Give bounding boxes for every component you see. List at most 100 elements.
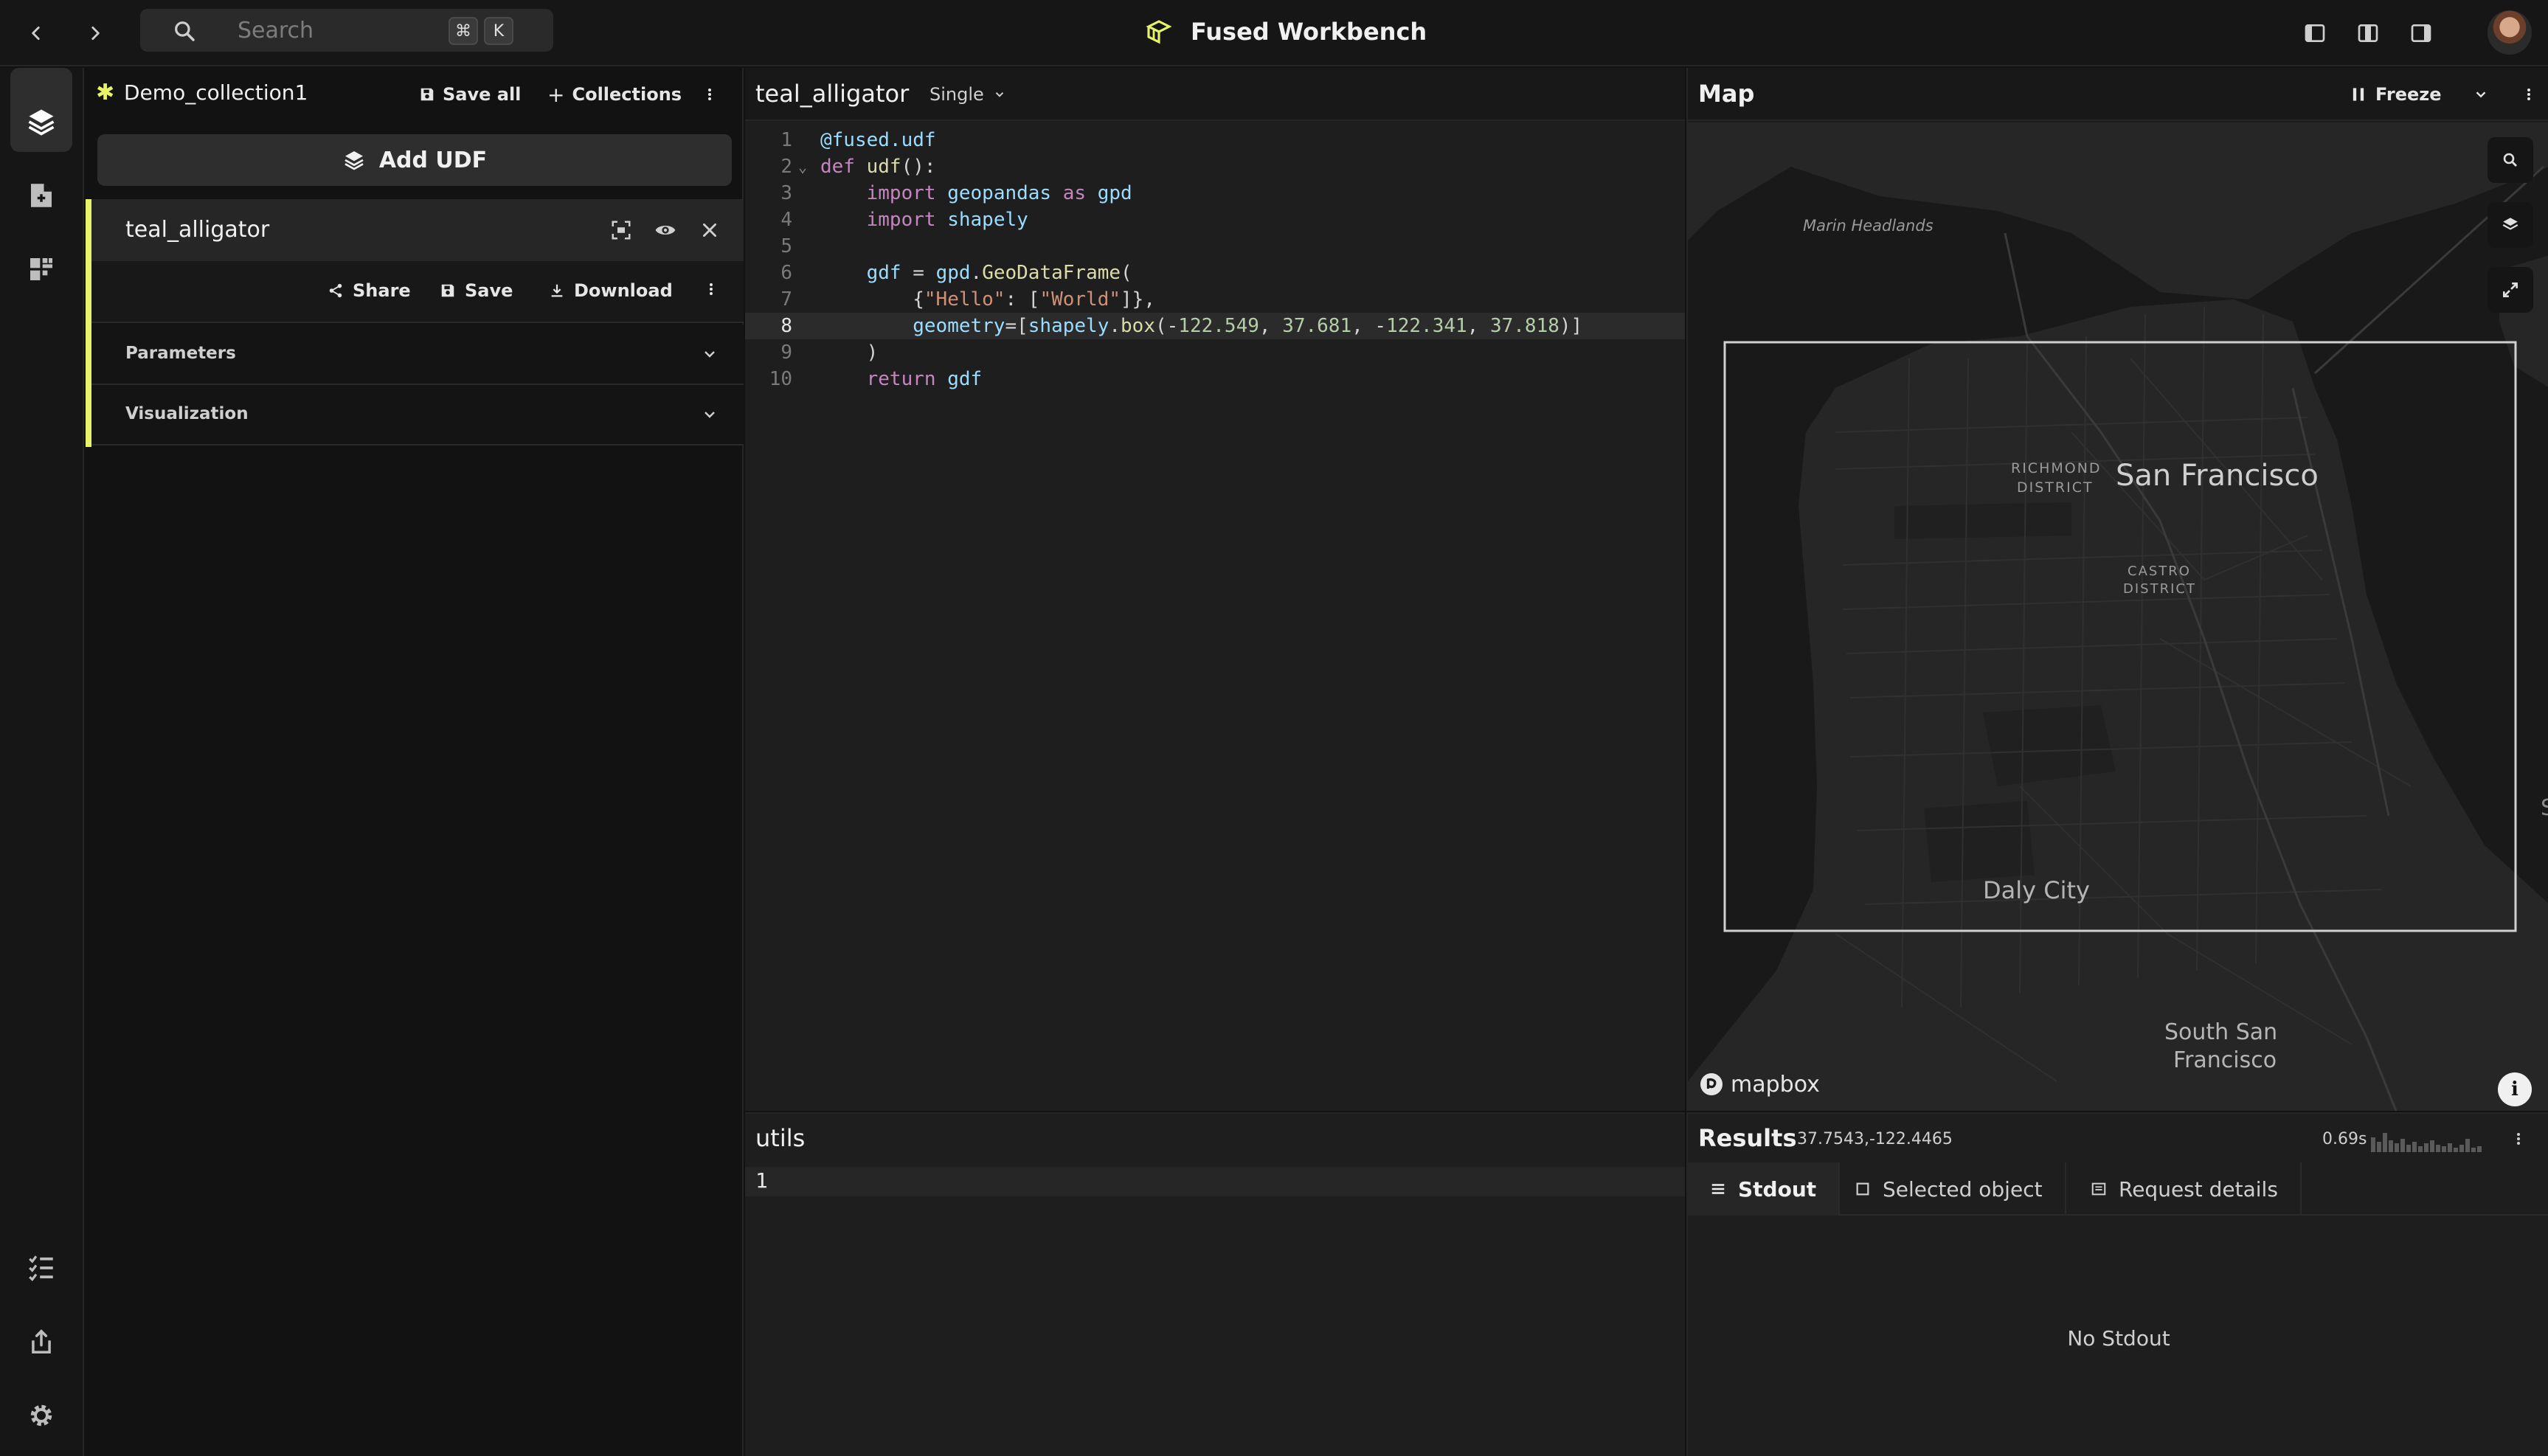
back-button[interactable] — [18, 16, 55, 50]
freeze-button[interactable]: Freeze — [2352, 84, 2533, 105]
save-all-button[interactable]: Save all — [419, 83, 521, 106]
utils-title: utils — [755, 1124, 806, 1152]
search-placeholder: Search — [238, 18, 314, 44]
avatar[interactable] — [2488, 10, 2532, 55]
app-title: Fused Workbench — [1143, 13, 1427, 50]
map-header: Map Freeze — [1688, 68, 2548, 121]
rail-grid-button[interactable] — [10, 239, 72, 299]
code-line: 6 gdf = gpd.GeoDataFrame( — [780, 262, 1132, 284]
shortcut-k-key: K — [484, 17, 513, 45]
editor-header: teal_alligator Single — [745, 68, 1685, 121]
collection-menu-button[interactable] — [702, 83, 717, 106]
layers-icon — [2502, 218, 2518, 230]
tab-selected-object[interactable]: Selected object — [1832, 1162, 2066, 1216]
map-canvas[interactable]: Marin Headlands RICHMOND DISTRICT San Fr… — [1688, 122, 2548, 1111]
place-label: Francisco — [2173, 1047, 2277, 1073]
mapbox-label: mapbox — [1731, 1071, 1820, 1098]
map-fullscreen-button[interactable] — [2488, 267, 2533, 313]
map-info-button[interactable]: i — [2498, 1072, 2532, 1106]
checklist-icon — [29, 1255, 53, 1282]
close-udf-button[interactable] — [696, 217, 723, 243]
code-line: 9 ) — [780, 342, 879, 364]
layers-icon — [28, 109, 55, 136]
results-title: Results — [1698, 1124, 1797, 1152]
code-line: 5 — [780, 235, 792, 257]
mode-label: Single — [929, 84, 984, 105]
share-button[interactable]: Share — [328, 280, 411, 301]
freeze-label: Freeze — [2375, 84, 2442, 105]
udf-card-header[interactable]: teal_alligator — [91, 199, 744, 261]
rail-files-button[interactable] — [10, 165, 72, 226]
visibility-button[interactable] — [652, 217, 679, 243]
download-label: Download — [574, 280, 673, 301]
udf-name: teal_alligator — [125, 217, 270, 243]
tab-request-details-label: Request details — [2119, 1176, 2278, 1202]
app-title-text: Fused Workbench — [1191, 18, 1427, 46]
rail-share-button[interactable] — [10, 1311, 72, 1372]
visualization-section[interactable]: Visualization — [91, 385, 744, 446]
save-all-label: Save all — [443, 84, 522, 105]
collection-name[interactable]: Demo_collection1 — [124, 80, 308, 105]
more-vertical-icon — [708, 89, 711, 100]
code-line: 4 import shapely — [780, 209, 1028, 231]
expand-icon — [2503, 282, 2518, 297]
chevron-down-icon — [701, 345, 719, 363]
layout-left-button[interactable] — [2300, 18, 2330, 48]
code-line-active: 8 geometry=[shapely.box(-122.549, 37.681… — [745, 313, 1685, 339]
search-input[interactable]: Search ⌘ K — [140, 9, 553, 52]
top-bar: Search ⌘ K Fused Workbench — [0, 0, 2548, 66]
mapbox-attribution[interactable]: mapbox — [1698, 1071, 1820, 1098]
place-label: DISTRICT — [2017, 479, 2094, 496]
focus-button[interactable] — [608, 217, 634, 243]
search-icon — [173, 19, 196, 43]
shortcut-mod-key: ⌘ — [449, 17, 478, 45]
more-vertical-icon[interactable] — [2514, 1130, 2523, 1148]
download-button[interactable]: Download — [549, 280, 673, 301]
results-tabs: Stdout Selected object Request details — [1688, 1162, 2548, 1216]
collection-header: ✱ Demo_collection1 Save all + Collection… — [86, 68, 744, 119]
code-line: 10 return gdf — [769, 368, 983, 390]
lines-icon — [1711, 1184, 1725, 1194]
tab-selected-object-label: Selected object — [1883, 1176, 2043, 1202]
tab-stdout[interactable]: Stdout — [1688, 1162, 1841, 1216]
collections-label: Collections — [572, 84, 682, 105]
layout-center-button[interactable] — [2353, 18, 2383, 48]
udf-card: teal_alligator Share Save Download Param… — [86, 199, 744, 447]
utils-code-line[interactable]: 1 — [745, 1167, 1685, 1196]
chevron-down-icon[interactable] — [2473, 86, 2489, 103]
save-button[interactable]: Save — [440, 280, 513, 301]
parameters-section[interactable]: Parameters — [91, 325, 744, 385]
more-vertical-icon — [710, 283, 713, 295]
rail-checklist-button[interactable] — [10, 1238, 72, 1298]
code-line: 7 {"Hello": ["World"]}, — [780, 288, 1155, 311]
udf-actions: Share Save Download — [91, 261, 744, 323]
map-search-button[interactable] — [2488, 137, 2533, 183]
focus-icon — [612, 221, 631, 240]
save-icon — [420, 88, 434, 101]
layout-right-button[interactable] — [2406, 18, 2436, 48]
chevron-down-icon — [995, 92, 1003, 97]
gear-icon — [30, 1404, 52, 1426]
share-icon — [329, 283, 342, 298]
more-vertical-icon[interactable] — [2524, 86, 2533, 103]
forward-icon — [91, 27, 100, 40]
unsaved-star-icon: ✱ — [96, 80, 115, 105]
add-udf-button[interactable]: Add UDF — [97, 134, 732, 186]
plus-icon: + — [547, 82, 565, 107]
collections-button[interactable]: + Collections — [547, 82, 682, 107]
udf-menu-button[interactable] — [704, 280, 719, 298]
tab-request-details[interactable]: Request details — [2068, 1162, 2302, 1216]
mode-select[interactable]: Single — [929, 84, 1006, 105]
share-label: Share — [353, 280, 411, 301]
rail-settings-button[interactable] — [10, 1385, 72, 1446]
place-label: CASTRO — [2128, 564, 2191, 579]
fold-chevron-icon[interactable]: ⌄ — [798, 153, 807, 180]
map-basemap — [1688, 122, 2548, 1111]
save-icon — [441, 284, 454, 297]
code-line: 2 ⌄ def udf(): — [745, 153, 1685, 180]
empty-stdout-message: No Stdout — [2067, 1326, 2170, 1351]
rail-layers-button[interactable] — [10, 91, 72, 152]
forward-button[interactable] — [77, 16, 114, 50]
map-layers-button[interactable] — [2488, 202, 2533, 248]
layout-center-icon — [2358, 24, 2378, 42]
